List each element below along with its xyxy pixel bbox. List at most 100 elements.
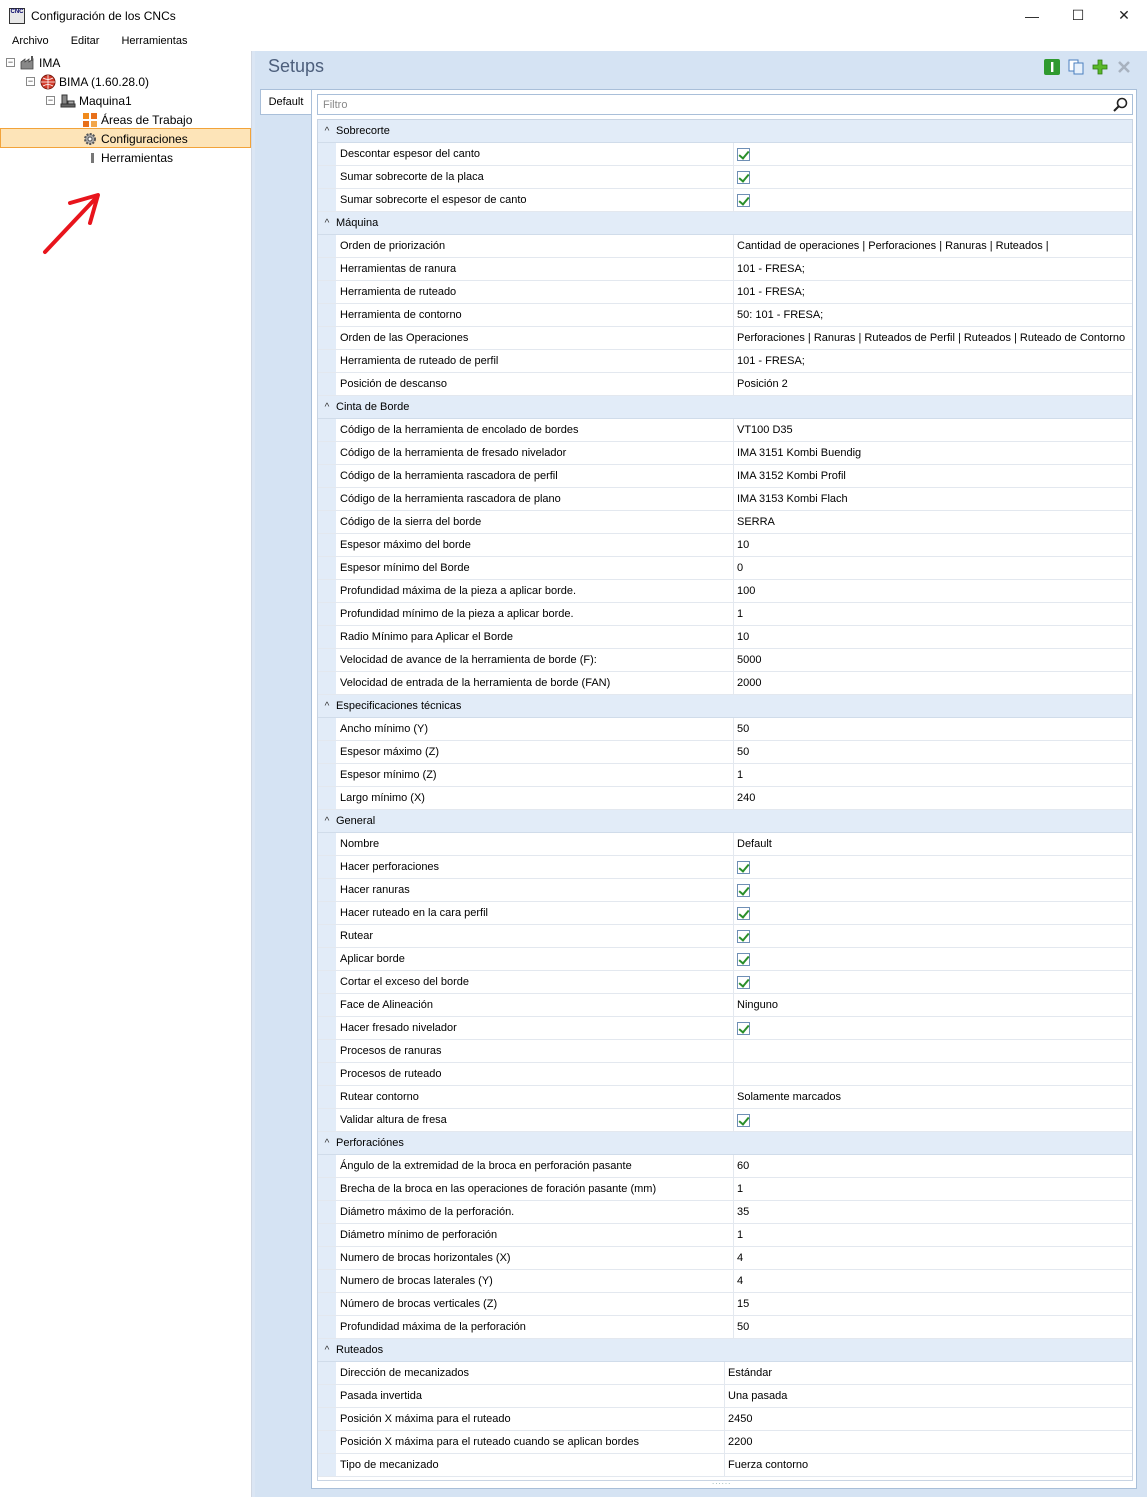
collapse-icon[interactable]: −	[6, 58, 15, 67]
property-value[interactable]: 1	[734, 603, 1132, 625]
property-row[interactable]: Radio Mínimo para Aplicar el Borde 10	[318, 626, 1132, 649]
collapse-caret-icon[interactable]: ^	[318, 1345, 336, 1356]
property-value[interactable]: Cantidad de operaciones | Perforaciones …	[734, 235, 1132, 257]
property-row[interactable]: Numero de brocas laterales (Y) 4	[318, 1270, 1132, 1293]
property-value-checkbox[interactable]	[734, 1109, 1132, 1131]
property-row[interactable]: Rutear contorno Solamente marcados	[318, 1086, 1132, 1109]
property-value-checkbox[interactable]	[734, 1017, 1132, 1039]
collapse-caret-icon[interactable]: ^	[318, 816, 336, 827]
property-value[interactable]: 10	[734, 534, 1132, 556]
property-row[interactable]: Dirección de mecanizados Estándar	[318, 1362, 1132, 1385]
property-value[interactable]: 2000	[734, 672, 1132, 694]
property-row[interactable]: Código de la herramienta rascadora de pe…	[318, 465, 1132, 488]
property-value-checkbox[interactable]	[734, 856, 1132, 878]
property-row[interactable]: Largo mínimo (X) 240	[318, 787, 1132, 810]
property-row[interactable]: Código de la sierra del borde SERRA	[318, 511, 1132, 534]
property-row[interactable]: Descontar espesor del canto	[318, 143, 1132, 166]
category-header[interactable]: ^ General	[318, 810, 1132, 833]
collapse-caret-icon[interactable]: ^	[318, 218, 336, 229]
checkbox-checked-icon[interactable]	[737, 1021, 750, 1035]
property-row[interactable]: Posición de descanso Posición 2	[318, 373, 1132, 396]
property-row[interactable]: Orden de las Operaciones Perforaciones | …	[318, 327, 1132, 350]
property-row[interactable]: Herramienta de ruteado de perfil 101 - FR…	[318, 350, 1132, 373]
property-row[interactable]: Tipo de mecanizado Fuerza contorno	[318, 1454, 1132, 1477]
property-row[interactable]: Espesor máximo del borde 10	[318, 534, 1132, 557]
property-value-checkbox[interactable]	[734, 948, 1132, 970]
property-row[interactable]: Velocidad de avance de la herramienta de…	[318, 649, 1132, 672]
property-value[interactable]: Posición 2	[734, 373, 1132, 395]
property-value[interactable]: 50	[734, 741, 1132, 763]
property-row[interactable]: Face de Alineación Ninguno	[318, 994, 1132, 1017]
category-header[interactable]: ^ Sobrecorte	[318, 120, 1132, 143]
property-value[interactable]: Ninguno	[734, 994, 1132, 1016]
property-value[interactable]: 1	[734, 764, 1132, 786]
info-icon[interactable]	[1043, 58, 1061, 76]
menu-editar[interactable]: Editar	[59, 35, 110, 47]
search-icon[interactable]	[1113, 97, 1128, 112]
property-value-checkbox[interactable]	[734, 189, 1132, 211]
property-row[interactable]: Hacer ruteado en la cara perfil	[318, 902, 1132, 925]
filter-box[interactable]: Filtro	[317, 94, 1133, 115]
property-row[interactable]: Cortar el exceso del borde	[318, 971, 1132, 994]
collapse-caret-icon[interactable]: ^	[318, 126, 336, 137]
category-header[interactable]: ^ Ruteados	[318, 1339, 1132, 1362]
resize-grip[interactable]: ......	[712, 1477, 731, 1486]
property-value[interactable]: IMA 3151 Kombi Buendig	[734, 442, 1132, 464]
property-row[interactable]: Sumar sobrecorte el espesor de canto	[318, 189, 1132, 212]
collapse-caret-icon[interactable]: ^	[318, 701, 336, 712]
minimize-button[interactable]: —	[1009, 0, 1055, 31]
checkbox-checked-icon[interactable]	[737, 883, 750, 897]
property-value[interactable]: Default	[734, 833, 1132, 855]
property-value[interactable]	[734, 1063, 1132, 1085]
delete-icon[interactable]	[1115, 58, 1133, 76]
property-value[interactable]: 4	[734, 1247, 1132, 1269]
property-value-checkbox[interactable]	[734, 925, 1132, 947]
property-row[interactable]: Posición X máxima para el ruteado 2450	[318, 1408, 1132, 1431]
checkbox-checked-icon[interactable]	[737, 975, 750, 989]
checkbox-checked-icon[interactable]	[737, 952, 750, 966]
property-value[interactable]: VT100 D35	[734, 419, 1132, 441]
property-value[interactable]: 101 - FRESA;	[734, 350, 1132, 372]
property-row[interactable]: Procesos de ruteado	[318, 1063, 1132, 1086]
collapse-caret-icon[interactable]: ^	[318, 402, 336, 413]
copy-icon[interactable]	[1067, 58, 1085, 76]
property-row[interactable]: Hacer ranuras	[318, 879, 1132, 902]
property-row[interactable]: Brecha de la broca en las operaciones de…	[318, 1178, 1132, 1201]
category-header[interactable]: ^ Especificaciones técnicas	[318, 695, 1132, 718]
property-row[interactable]: Pasada invertida Una pasada	[318, 1385, 1132, 1408]
category-header[interactable]: ^ Máquina	[318, 212, 1132, 235]
property-row[interactable]: Diámetro máximo de la perforación. 35	[318, 1201, 1132, 1224]
tab-default[interactable]: Default	[260, 89, 311, 115]
property-value-checkbox[interactable]	[734, 879, 1132, 901]
property-value[interactable]: SERRA	[734, 511, 1132, 533]
property-value[interactable]: 240	[734, 787, 1132, 809]
property-row[interactable]: Código de la herramienta de fresado nive…	[318, 442, 1132, 465]
property-value[interactable]: 2450	[725, 1408, 1132, 1430]
property-row[interactable]: Herramientas de ranura 101 - FRESA;	[318, 258, 1132, 281]
property-value[interactable]: 4	[734, 1270, 1132, 1292]
category-header[interactable]: ^ Perforaciónes	[318, 1132, 1132, 1155]
property-row[interactable]: Espesor mínimo del Borde 0	[318, 557, 1132, 580]
checkbox-checked-icon[interactable]	[737, 170, 750, 184]
checkbox-checked-icon[interactable]	[737, 860, 750, 874]
property-row[interactable]: Orden de priorización Cantidad de operaci…	[318, 235, 1132, 258]
maximize-button[interactable]: ☐	[1055, 0, 1101, 31]
property-value[interactable]: Fuerza contorno	[725, 1454, 1132, 1476]
property-row[interactable]: Ángulo de la extremidad de la broca en p…	[318, 1155, 1132, 1178]
property-row[interactable]: Número de brocas verticales (Z) 15	[318, 1293, 1132, 1316]
property-row[interactable]: Sumar sobrecorte de la placa	[318, 166, 1132, 189]
collapse-icon[interactable]: −	[46, 96, 55, 105]
property-value[interactable]: Solamente marcados	[734, 1086, 1132, 1108]
tree-item-ima[interactable]: − IMA	[6, 53, 60, 72]
property-value-checkbox[interactable]	[734, 143, 1132, 165]
property-value[interactable]: 100	[734, 580, 1132, 602]
property-row[interactable]: Rutear	[318, 925, 1132, 948]
checkbox-checked-icon[interactable]	[737, 929, 750, 943]
property-row[interactable]: Profundidad máxima de la pieza a aplicar…	[318, 580, 1132, 603]
property-row[interactable]: Espesor mínimo (Z) 1	[318, 764, 1132, 787]
property-value[interactable]: 50	[734, 718, 1132, 740]
property-value[interactable]: 0	[734, 557, 1132, 579]
property-row[interactable]: Nombre Default	[318, 833, 1132, 856]
property-row[interactable]: Posición X máxima para el ruteado cuando…	[318, 1431, 1132, 1454]
property-row[interactable]: Velocidad de entrada de la herramienta d…	[318, 672, 1132, 695]
